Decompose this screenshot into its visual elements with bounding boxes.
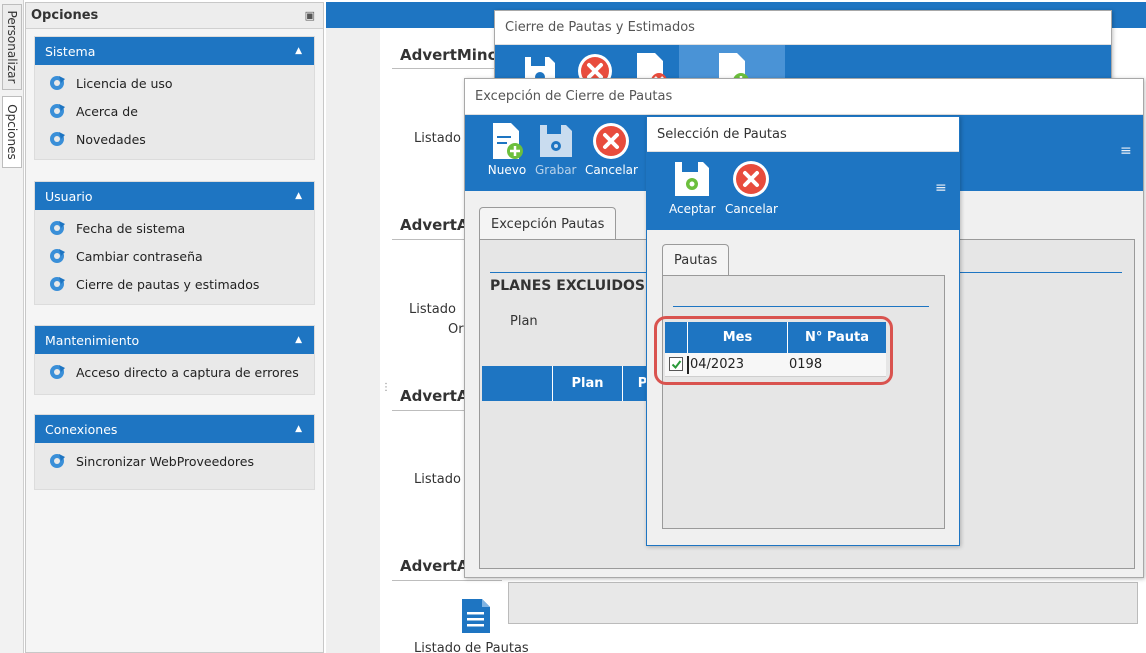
group-sistema: Sistema ▲ Licencia de uso Acerca de Noved…: [34, 36, 315, 160]
app-logo-icon: [50, 249, 65, 263]
tab-pautas[interactable]: Pautas: [662, 244, 730, 276]
save-icon: [675, 162, 710, 196]
pin-icon[interactable]: ▣: [305, 9, 315, 22]
highlight-annotation: [654, 316, 893, 385]
group-header-sistema[interactable]: Sistema ▲: [35, 37, 314, 65]
grabar-button[interactable]: Grabar: [535, 121, 577, 177]
save-icon: [539, 125, 572, 157]
window-title: Cierre de Pautas y Estimados: [495, 11, 1111, 45]
empty-panel: [508, 582, 1138, 624]
vertical-tab-strip: Personalizar Opciones: [0, 0, 24, 653]
options-panel: Opciones ▣ Sistema ▲ Licencia de uso Acer…: [25, 2, 324, 653]
item-acceso-errores[interactable]: Acceso directo a captura de errores: [35, 358, 314, 386]
app-logo-icon: [50, 221, 65, 235]
section-divider: [392, 580, 502, 581]
cancelar-seleccion-button[interactable]: Cancelar: [725, 158, 778, 216]
ribbon-seleccion: Aceptar Cancelar ≡: [647, 152, 959, 230]
tab-pautas-body: Mes N° Pauta 04/2023 0198: [662, 275, 945, 529]
group-conexiones: Conexiones ▲ Sincronizar WebProveedores: [34, 414, 315, 490]
app-logo-icon: [50, 76, 65, 90]
menu-icon[interactable]: ≡: [1120, 143, 1132, 159]
app-logo-icon: [50, 277, 65, 291]
planes-grid-header: Plan P: [482, 366, 662, 401]
app-logo-icon: [50, 104, 65, 118]
group-header-usuario[interactable]: Usuario ▲: [35, 182, 314, 210]
main-left-gutter: [326, 28, 380, 653]
app-logo-icon: [50, 454, 65, 468]
options-panel-header: Opciones ▣: [26, 3, 323, 29]
chevron-up-icon[interactable]: ▲: [295, 191, 302, 201]
item-acerca[interactable]: Acerca de: [35, 97, 314, 125]
chevron-up-icon[interactable]: ▲: [295, 335, 302, 345]
tab-opciones[interactable]: Opciones: [2, 96, 22, 168]
section-title-2: AdvertA: [400, 216, 469, 234]
cancelar-button[interactable]: Cancelar: [585, 121, 638, 177]
list-label-2b[interactable]: Or: [448, 322, 464, 337]
chevron-up-icon[interactable]: ▲: [295, 424, 302, 434]
app-logo-icon: [50, 132, 65, 146]
list-label-1[interactable]: Listado: [414, 131, 461, 146]
group-header-mantenimiento[interactable]: Mantenimiento ▲: [35, 326, 314, 354]
tab-personalizar[interactable]: Personalizar: [2, 4, 22, 90]
item-fecha-sistema[interactable]: Fecha de sistema: [35, 214, 314, 242]
section-title-1: AdvertMinc: [400, 46, 497, 64]
document-list-icon[interactable]: [460, 598, 492, 634]
document-add-icon: [493, 123, 523, 159]
list-label-4[interactable]: Listado de Pautas: [414, 641, 529, 653]
plan-label: Plan: [510, 314, 538, 329]
group-mantenimiento: Mantenimiento ▲ Acceso directo a captura …: [34, 325, 315, 395]
col-plan[interactable]: Plan: [552, 366, 622, 401]
item-cambiar-contrasena[interactable]: Cambiar contraseña: [35, 242, 314, 270]
item-sincronizar[interactable]: Sincronizar WebProveedores: [35, 447, 314, 475]
splitter-handle[interactable]: ⋮: [381, 382, 391, 393]
menu-icon[interactable]: ≡: [935, 180, 947, 196]
group-usuario: Usuario ▲ Fecha de sistema Cambiar contra…: [34, 181, 315, 305]
item-novedades[interactable]: Novedades: [35, 125, 314, 153]
window-title: Selección de Pautas: [647, 117, 959, 152]
nuevo-button[interactable]: Nuevo: [487, 121, 527, 177]
item-licencia[interactable]: Licencia de uso: [35, 69, 314, 97]
section-title-3: AdvertA: [400, 387, 469, 405]
group-header-conexiones[interactable]: Conexiones ▲: [35, 415, 314, 443]
planes-excluidos-title: PLANES EXCLUIDOS: [490, 278, 645, 294]
options-panel-title: Opciones: [31, 8, 99, 23]
section-divider: [392, 68, 502, 69]
chevron-up-icon[interactable]: ▲: [295, 46, 302, 56]
app-logo-icon: [50, 365, 65, 379]
tab-excepcion-pautas[interactable]: Excepción Pautas: [479, 207, 617, 240]
window-title: Excepción de Cierre de Pautas: [465, 79, 1143, 115]
cancel-icon: [593, 123, 630, 159]
aceptar-button[interactable]: Aceptar: [669, 158, 716, 216]
section-title-4: AdvertA: [400, 557, 469, 575]
cancel-icon: [733, 161, 770, 197]
list-label-3[interactable]: Listado: [414, 472, 461, 487]
section-divider: [673, 306, 929, 307]
item-cierre-pautas[interactable]: Cierre de pautas y estimados: [35, 270, 314, 298]
list-label-2[interactable]: Listado: [409, 302, 456, 317]
